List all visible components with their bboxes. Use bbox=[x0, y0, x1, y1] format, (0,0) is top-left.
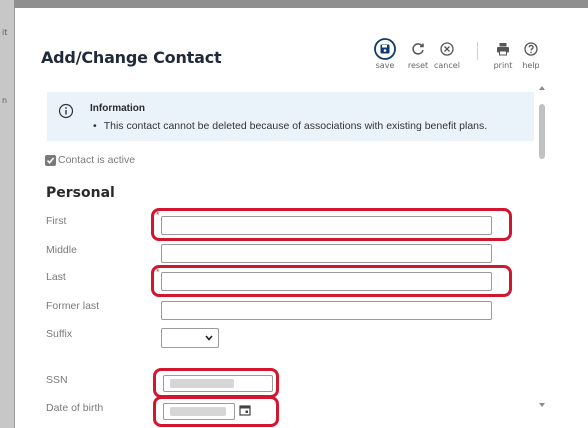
last-name-highlight bbox=[151, 265, 512, 297]
contact-active-checkbox[interactable] bbox=[45, 154, 56, 166]
reset-button[interactable]: reset bbox=[407, 38, 429, 70]
refresh-icon bbox=[407, 38, 429, 60]
checkmark-icon bbox=[46, 156, 55, 164]
save-label: save bbox=[375, 61, 395, 70]
reset-label: reset bbox=[407, 61, 429, 70]
printer-icon bbox=[492, 38, 514, 60]
contact-active-label: Contact is active bbox=[58, 154, 136, 166]
save-floppy-icon bbox=[374, 38, 396, 60]
help-label: help bbox=[522, 61, 540, 70]
help-question-icon bbox=[520, 38, 542, 60]
help-button[interactable]: help bbox=[520, 38, 542, 70]
backdrop-text: it bbox=[2, 28, 8, 37]
suffix-label: Suffix bbox=[46, 328, 73, 340]
backdrop-window: it n bbox=[0, 0, 14, 428]
toolbar-divider bbox=[477, 42, 478, 60]
scroll-down-arrow-icon[interactable] bbox=[538, 402, 546, 408]
information-banner: Information This contact cannot be delet… bbox=[47, 92, 534, 141]
vertical-scrollbar[interactable] bbox=[535, 82, 549, 428]
date-of-birth-label: Date of birth bbox=[46, 402, 104, 414]
middle-name-input[interactable] bbox=[161, 244, 492, 263]
cancel-label: cancel bbox=[434, 61, 460, 70]
last-name-label: Last bbox=[46, 271, 66, 283]
date-of-birth-highlight bbox=[153, 396, 279, 427]
add-change-contact-dialog: Add/Change Contact save reset cancel pri… bbox=[14, 8, 588, 428]
former-last-name-input[interactable] bbox=[161, 301, 492, 320]
cancel-button[interactable]: cancel bbox=[434, 38, 460, 70]
ssn-label: SSN bbox=[46, 374, 68, 386]
backdrop-text: n bbox=[2, 96, 8, 105]
scroll-up-arrow-icon[interactable] bbox=[538, 85, 546, 91]
personal-section-title: Personal bbox=[46, 185, 115, 201]
save-button[interactable]: save bbox=[374, 38, 396, 70]
print-button[interactable]: print bbox=[492, 38, 514, 70]
suffix-select[interactable] bbox=[161, 328, 219, 348]
dialog-toolbar: save reset cancel print help bbox=[15, 38, 588, 78]
middle-name-label: Middle bbox=[46, 244, 77, 256]
cancel-circle-x-icon bbox=[436, 38, 458, 60]
chevron-down-icon bbox=[205, 335, 213, 341]
dialog-content: Information This contact cannot be delet… bbox=[15, 82, 588, 428]
information-heading: Information bbox=[90, 103, 145, 114]
ssn-highlight bbox=[153, 368, 279, 398]
contact-active-row: Contact is active bbox=[45, 154, 135, 166]
former-last-name-label: Former last bbox=[46, 300, 100, 312]
info-circle-icon bbox=[58, 103, 74, 119]
information-message: This contact cannot be deleted because o… bbox=[93, 120, 488, 132]
first-name-label: First bbox=[46, 215, 67, 227]
print-label: print bbox=[493, 61, 513, 70]
scrollbar-thumb[interactable] bbox=[539, 104, 545, 159]
first-name-highlight bbox=[151, 208, 512, 241]
